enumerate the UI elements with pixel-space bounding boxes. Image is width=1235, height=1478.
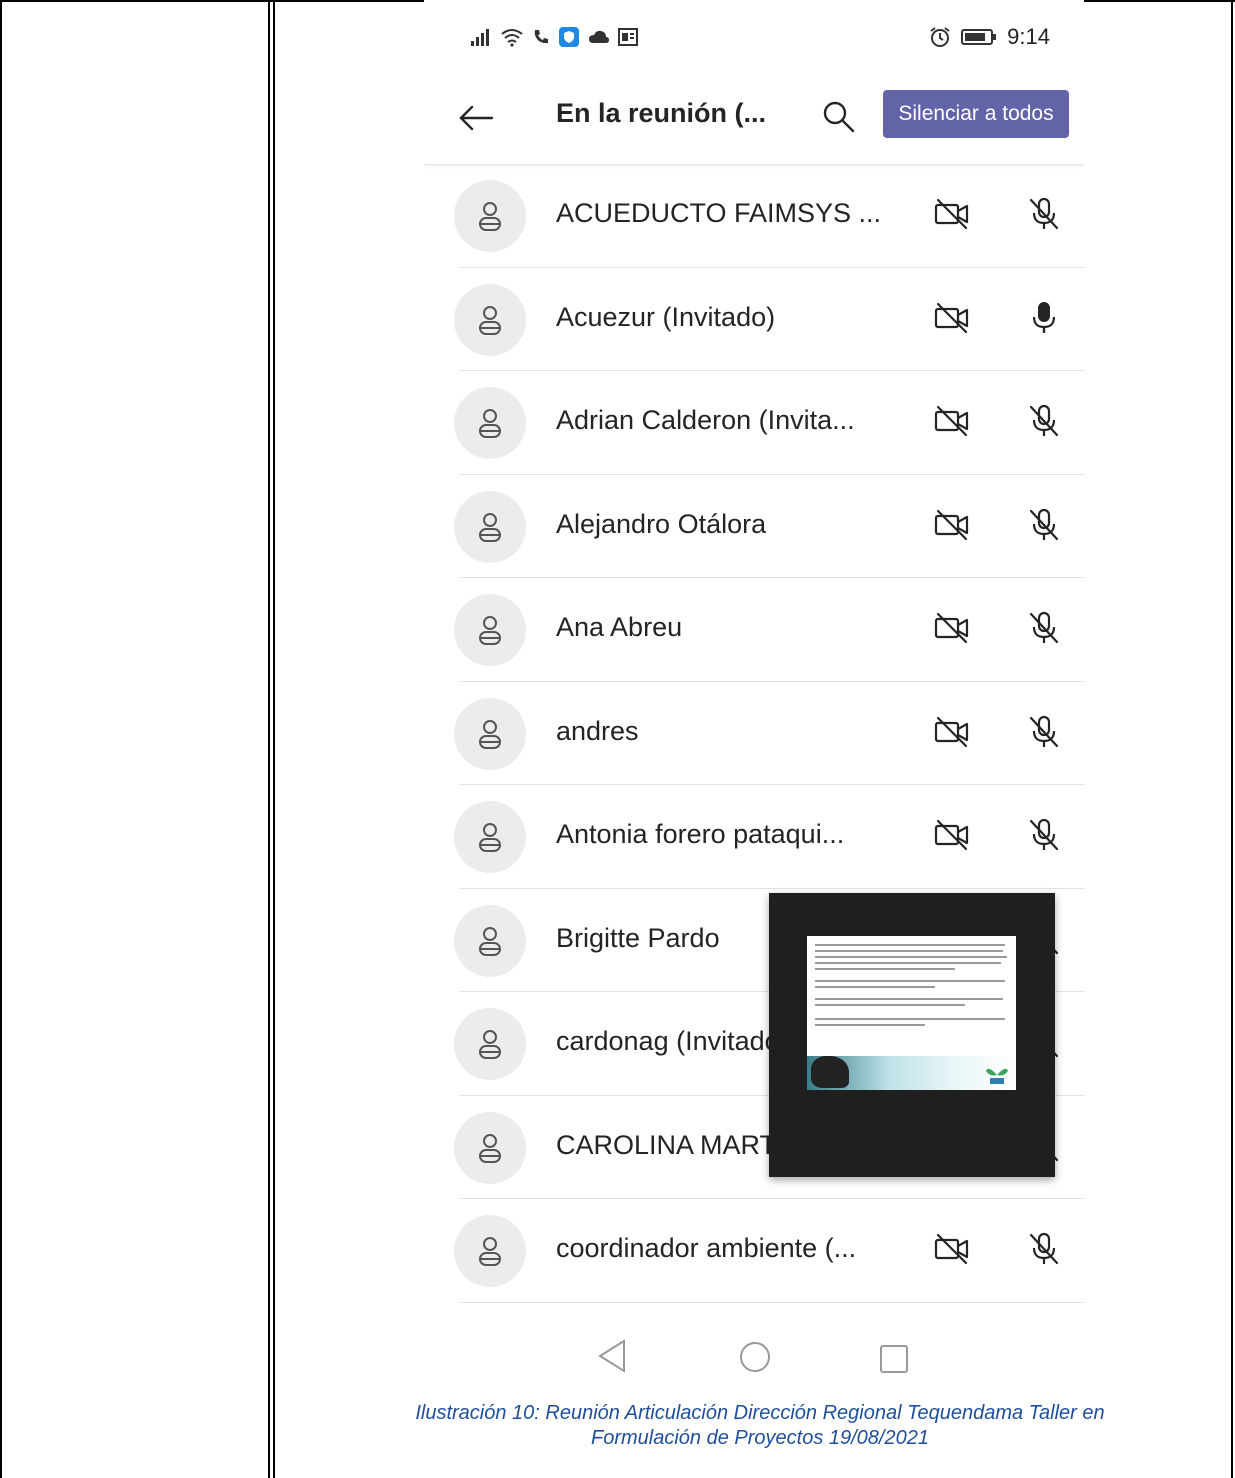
avatar (454, 180, 526, 252)
microphone-muted-icon[interactable] (1024, 1229, 1064, 1269)
cloud-icon (589, 30, 609, 43)
avatar (454, 490, 526, 563)
battery-icon (961, 29, 997, 45)
camera-off-icon (932, 401, 972, 441)
avatar (454, 697, 526, 770)
shared-slide-thumbnail (807, 936, 1016, 1090)
figure-caption: Ilustración 10: Reunión Articulación Dir… (290, 1401, 1230, 1451)
microphone-muted-icon[interactable] (1024, 608, 1064, 648)
participant-name: Alejandro Otálora (556, 508, 767, 539)
camera-off-icon (932, 712, 972, 752)
participant-row[interactable]: Alejandro Otálora (424, 475, 1084, 578)
navigation-bar (424, 1330, 1084, 1390)
camera-off-icon (932, 298, 972, 338)
microphone-muted-icon[interactable] (1024, 401, 1064, 441)
avatar (454, 904, 526, 977)
frame-divider (268, 0, 270, 1478)
participant-row[interactable]: andres (424, 682, 1084, 785)
participant-row[interactable]: Adrian Calderon (Invita... (424, 371, 1084, 475)
participant-name: andres (556, 715, 639, 746)
participant-name: cardonag (Invitado) (556, 1026, 789, 1056)
avatar (454, 801, 526, 873)
page-title: En la reunión (... (556, 98, 767, 128)
camera-off-icon (932, 194, 972, 234)
avatar (454, 1111, 526, 1184)
nav-recent-apps-icon[interactable] (879, 1344, 909, 1374)
microphone-icon[interactable] (1024, 298, 1064, 338)
mute-all-button[interactable]: Silenciar a todos (883, 90, 1069, 138)
participant-row[interactable]: Acuezur (Invitado) (424, 268, 1084, 371)
participant-name: Antonia forero pataqui... (556, 819, 845, 849)
nav-home-icon[interactable] (738, 1340, 772, 1374)
participant-name: Adrian Calderon (Invita... (556, 405, 855, 435)
participant-row[interactable]: Ana Abreu (424, 578, 1084, 682)
participant-row[interactable]: Antonia forero pataqui... (424, 785, 1084, 889)
shared-content-preview[interactable] (769, 893, 1055, 1177)
frame-right-border (1231, 0, 1233, 1478)
search-icon[interactable] (820, 98, 856, 134)
phone-screenshot: 9:14 En la reunión (... Silenciar a todo… (424, 0, 1084, 1400)
participant-row[interactable]: ACUEDUCTO FAIMSYS ... (424, 164, 1084, 268)
participant-name: Brigitte Pardo (556, 922, 720, 953)
shield-app-icon (559, 27, 579, 47)
avatar (454, 1008, 526, 1080)
nav-back-icon[interactable] (596, 1338, 628, 1374)
wifi-icon (501, 29, 523, 47)
caption-line-2: Formulación de Proyectos 19/08/2021 (591, 1427, 929, 1449)
participant-row[interactable]: coordinador ambiente (... (424, 1199, 1084, 1303)
caption-line-1: Ilustración 10: Reunión Articulación Dir… (415, 1402, 1105, 1424)
camera-off-icon (932, 505, 972, 545)
signal-icon (471, 29, 489, 46)
avatar (454, 1215, 526, 1287)
avatar (454, 594, 526, 666)
participant-name: ACUEDUCTO FAIMSYS ... (556, 198, 882, 228)
frame-divider-double (273, 0, 275, 1478)
office-icon (618, 28, 638, 46)
camera-off-icon (932, 1229, 972, 1269)
avatar (454, 283, 526, 356)
microphone-muted-icon[interactable] (1024, 712, 1064, 752)
avatar (454, 387, 526, 459)
frame-left-border (0, 0, 2, 1478)
status-bar: 9:14 (424, 20, 1084, 56)
camera-off-icon (932, 608, 972, 648)
back-arrow-icon[interactable] (456, 98, 496, 138)
microphone-muted-icon[interactable] (1024, 815, 1064, 855)
camera-off-icon (932, 815, 972, 855)
alarm-icon (930, 27, 950, 47)
microphone-muted-icon[interactable] (1024, 505, 1064, 545)
slide-photo (811, 1056, 849, 1088)
participant-name: coordinador ambiente (... (556, 1233, 857, 1263)
slide-logo-icon (986, 1068, 1008, 1084)
app-header: En la reunión (... Silenciar a todos (424, 80, 1084, 165)
row-divider (460, 1301, 1084, 1303)
microphone-muted-icon[interactable] (1024, 194, 1064, 234)
status-time: 9:14 (1007, 24, 1050, 49)
participant-name: Ana Abreu (556, 612, 683, 642)
call-icon (534, 30, 548, 44)
participant-name: Acuezur (Invitado) (556, 301, 776, 332)
